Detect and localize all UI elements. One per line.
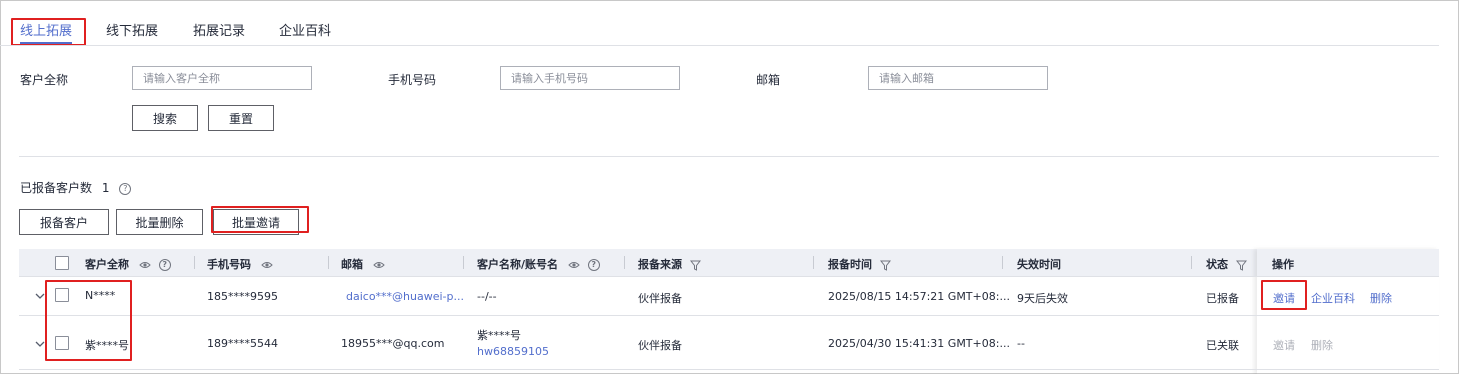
tab-expansion-records[interactable]: 拓展记录 [193,20,245,39]
row-source: 伙伴报备 [638,292,682,305]
row-account-name: 紫****号 [477,329,521,342]
batch-invite-button[interactable]: 批量邀请 [213,209,299,235]
reported-count-label: 已报备客户数 [20,181,93,195]
row-divider [19,369,1439,370]
column-separator [328,256,329,269]
phone-input[interactable] [500,66,680,90]
column-label: 邮箱 [341,258,363,271]
delete-link-disabled: 删除 [1311,339,1333,352]
row-expire-time: -- [1017,337,1025,350]
invite-link-disabled: 邀请 [1273,339,1295,352]
chevron-down-icon[interactable] [34,338,46,350]
column-label: 报备来源 [638,258,682,271]
row-email[interactable]: daico***@huawei-p... [346,290,464,303]
tab-offline-expansion[interactable]: 线下拓展 [106,20,158,39]
invite-link[interactable]: 邀请 [1273,290,1295,306]
row-account-name: --/-- [477,290,497,303]
header-bottom-line [19,276,1439,277]
active-tab-indicator [20,42,72,44]
delete-link[interactable]: 删除 [1370,290,1392,306]
batch-delete-button[interactable]: 批量删除 [116,209,203,235]
email-input[interactable] [868,66,1048,90]
actions-column-shadow [1257,249,1439,374]
column-separator [1002,256,1003,269]
reported-count-value: 1 [101,181,110,195]
help-icon[interactable]: ? [119,182,132,195]
reset-button[interactable]: 重置 [208,105,274,131]
phone-label: 手机号码 [388,73,437,87]
column-header-customer-name: 客户全称 ? [85,256,171,272]
column-label: 报备时间 [828,258,872,271]
customer-name-label: 客户全称 [20,73,69,87]
column-header-status: 状态 [1206,256,1247,272]
row-status: 已报备 [1206,292,1239,305]
row-source: 伙伴报备 [638,339,682,352]
page-frame [0,0,1459,374]
column-header-phone: 手机号码 [207,256,273,272]
help-icon[interactable]: ? [158,259,171,271]
column-header-email: 邮箱 [341,256,385,272]
column-header-expire-time: 失效时间 [1017,258,1061,271]
report-customer-button[interactable]: 报备客户 [19,209,109,235]
search-button[interactable]: 搜索 [132,105,198,131]
column-header-source: 报备来源 [638,256,701,272]
filter-icon[interactable] [1235,260,1247,271]
customer-name-input[interactable] [132,66,312,90]
email-label: 邮箱 [756,73,781,87]
row-report-time: 2025/04/30 15:41:31 GMT+08:... [828,337,1010,350]
column-label: 状态 [1206,258,1228,271]
row-report-time: 2025/08/15 14:57:21 GMT+08:... [828,290,1010,303]
filter-icon[interactable] [879,260,891,271]
eye-icon[interactable] [568,260,580,270]
filter-icon[interactable] [689,260,701,271]
column-separator [624,256,625,269]
row-account-id[interactable]: hw68859105 [477,345,549,358]
row-customer-name: 紫****号 [85,339,129,352]
column-separator [194,256,195,269]
column-separator [463,256,464,269]
select-all-checkbox[interactable] [55,256,69,270]
column-header-account-name: 客户名称/账号名 ? [477,256,600,272]
row-phone: 189****5544 [207,337,278,350]
row-phone: 185****9595 [207,290,278,303]
tab-enterprise-wiki[interactable]: 企业百科 [279,20,331,39]
row-checkbox[interactable] [55,336,69,350]
column-separator [813,256,814,269]
eye-icon[interactable] [373,260,385,270]
column-label: 手机号码 [207,258,251,271]
reported-count-summary: 已报备客户数 1 ? [20,179,132,196]
column-header-report-time: 报备时间 [828,256,891,272]
row-divider [19,315,1439,316]
column-label: 客户全称 [85,258,129,271]
row-customer-name: N**** [85,289,116,302]
column-separator [1191,256,1192,269]
help-icon[interactable]: ? [587,259,600,271]
tab-online-expansion[interactable]: 线上拓展 [20,20,72,39]
row-checkbox[interactable] [55,288,69,302]
enterprise-wiki-link[interactable]: 企业百科 [1311,290,1355,306]
row-expire-time: 9天后失效 [1017,292,1068,305]
eye-icon[interactable] [139,260,151,270]
column-label: 客户名称/账号名 [477,258,559,271]
tabs-divider [0,45,1439,46]
eye-icon[interactable] [261,260,273,270]
chevron-down-icon[interactable] [34,290,46,302]
row-email: 18955***@qq.com [341,337,445,350]
filters-divider [19,156,1439,157]
row-status: 已关联 [1206,339,1239,352]
